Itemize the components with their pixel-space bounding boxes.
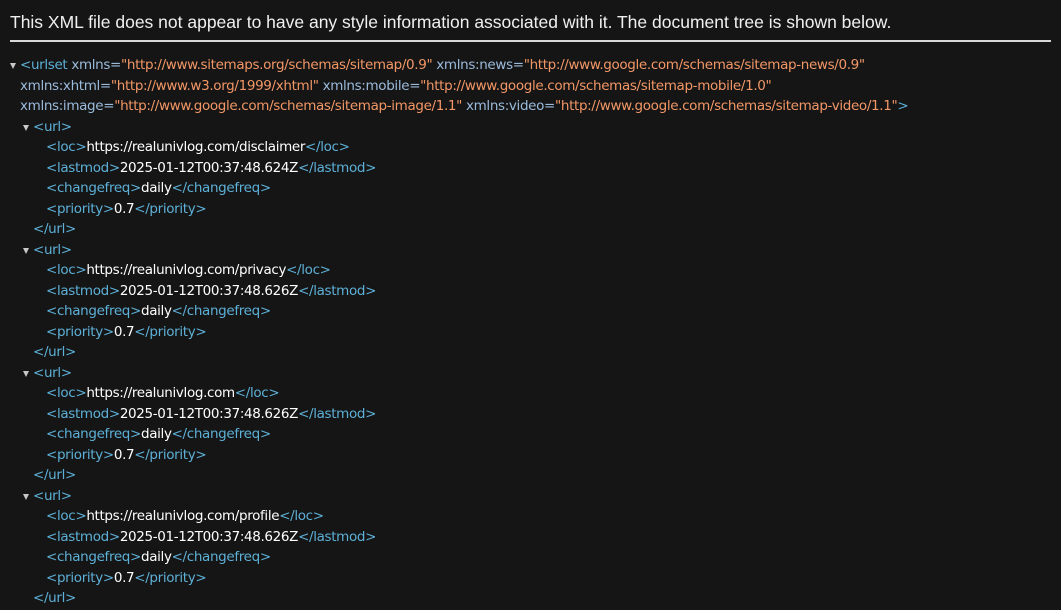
changefreq-value: daily [141, 180, 172, 196]
urlset-open-tag-line-2: xmlns:xhtml="http://www.w3.org/1999/xhtm… [20, 77, 772, 94]
loc-value: https://realunivlog.com [86, 385, 235, 401]
changefreq-element: <changefreq>daily</changefreq> [46, 549, 271, 565]
url-close-tag: </url> [33, 590, 76, 606]
urlset-open-tag-line-3: xmlns:image="http://www.google.com/schem… [20, 98, 909, 114]
url-open-tag: <url> [0, 117, 1061, 138]
priority-element: <priority>0.7</priority> [46, 323, 207, 340]
changefreq-value: daily [141, 549, 172, 565]
attribute-name: xmlns:image [20, 98, 104, 114]
lastmod-value: 2025-01-12T00:37:48.626Z [119, 282, 299, 299]
loc-element: <loc>https://realunivlog.com/profile</lo… [46, 508, 324, 524]
urlset-open-tag-line-1: <urlset xmlns="http://www.sitemaps.org/s… [0, 55, 1061, 76]
attribute-name: xmlns:mobile [322, 77, 410, 94]
loc-element: <loc>https://realunivlog.com/disclaimer<… [46, 139, 350, 155]
priority-value: 0.7 [113, 323, 135, 340]
lastmod-value: 2025-01-12T00:37:48.624Z [119, 159, 299, 176]
priority-element: <priority>0.7</priority> [46, 569, 207, 586]
lastmod-element: <lastmod>2025-01-12T00:37:48.626Z</lastm… [46, 282, 377, 299]
lastmod-value: 2025-01-12T00:37:48.626Z [119, 405, 299, 422]
xml-document-tree: <urlset xmlns="http://www.sitemaps.org/s… [0, 55, 1061, 609]
changefreq-element: <changefreq>daily</changefreq> [46, 426, 271, 442]
urlset-tag-name: <urlset [20, 57, 68, 73]
lastmod-element: <lastmod>2025-01-12T00:37:48.626Z</lastm… [46, 405, 377, 422]
collapse-triangle-icon[interactable] [23, 247, 29, 254]
priority-value: 0.7 [113, 569, 135, 586]
attribute-value: "http://www.google.com/schemas/sitemap-m… [420, 77, 772, 94]
priority-element: <priority>0.7</priority> [46, 200, 207, 217]
changefreq-element: <changefreq>daily</changefreq> [46, 303, 271, 319]
attribute-value: "http://www.sitemaps.org/schemas/sitemap… [121, 57, 433, 73]
priority-element: <priority>0.7</priority> [46, 446, 207, 463]
attribute-value: "http://www.google.com/schemas/sitemap-n… [523, 57, 865, 73]
changefreq-element: <changefreq>daily</changefreq> [46, 180, 271, 196]
changefreq-value: daily [141, 303, 172, 319]
urlset-close-bracket: > [897, 98, 909, 114]
priority-value: 0.7 [113, 446, 135, 463]
attribute-name: xmlns:xhtml [20, 77, 100, 94]
attribute-name: xmlns:video [465, 98, 545, 114]
attribute-name: xmlns [71, 57, 111, 73]
attribute-value: "http://www.google.com/schemas/sitemap-i… [114, 98, 463, 114]
attribute-name: xmlns:news [436, 57, 513, 73]
loc-value: https://realunivlog.com/disclaimer [86, 139, 306, 155]
collapse-triangle-icon[interactable] [23, 124, 29, 131]
lastmod-value: 2025-01-12T00:37:48.626Z [119, 528, 299, 545]
attribute-value: "http://www.w3.org/1999/xhtml" [110, 77, 319, 94]
url-open-tag: <url> [0, 486, 1061, 507]
changefreq-value: daily [141, 426, 172, 442]
loc-element: <loc>https://realunivlog.com/privacy</lo… [46, 262, 331, 278]
url-close-tag: </url> [33, 221, 76, 237]
loc-value: https://realunivlog.com/profile [86, 508, 280, 524]
url-close-tag: </url> [33, 467, 76, 483]
collapse-triangle-icon[interactable] [23, 370, 29, 377]
loc-element: <loc>https://realunivlog.com</loc> [46, 385, 280, 401]
xml-style-notice: This XML file does not appear to have an… [10, 10, 1051, 42]
lastmod-element: <lastmod>2025-01-12T00:37:48.624Z</lastm… [46, 159, 377, 176]
url-close-tag: </url> [33, 344, 76, 360]
url-open-tag: <url> [0, 363, 1061, 384]
attribute-value: "http://www.google.com/schemas/sitemap-v… [555, 98, 898, 114]
loc-value: https://realunivlog.com/privacy [86, 262, 287, 278]
collapse-triangle-icon[interactable] [10, 63, 16, 69]
priority-value: 0.7 [113, 200, 135, 217]
lastmod-element: <lastmod>2025-01-12T00:37:48.626Z</lastm… [46, 528, 377, 545]
collapse-triangle-icon[interactable] [23, 493, 29, 500]
url-open-tag: <url> [0, 240, 1061, 261]
